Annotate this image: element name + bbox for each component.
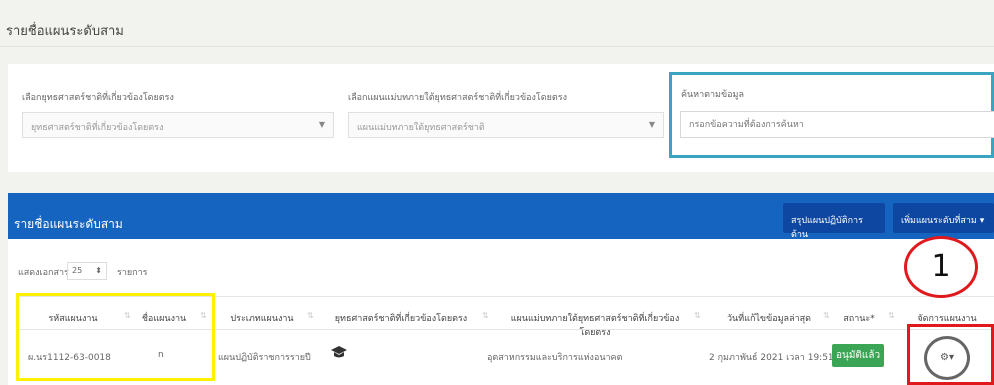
summary-button[interactable]: สรุปแผนปฏิบัติการด้าน	[783, 203, 885, 240]
master-plan-select[interactable]: แผนแม่บทภายใต้ยุทธศาสตร์ชาติ ▼	[348, 112, 664, 138]
search-label: ค้นหาตามข้อมูล	[681, 90, 744, 100]
highlight-yellow-box	[16, 293, 215, 381]
show-entries-label: แสดงเอกสาร	[18, 268, 69, 278]
sort-icon: ⇅	[307, 311, 314, 320]
strategy-select[interactable]: ยุทธศาสตร์ชาติที่เกี่ยวข้องโดยตรง ▼	[22, 112, 334, 138]
title-divider	[0, 46, 994, 47]
page-size-select[interactable]: 25 ⬍	[67, 262, 107, 280]
strategy-filter-label: เลือกยุทธศาสตร์ชาติที่เกี่ยวข้องโดยตรง	[22, 93, 174, 103]
sort-arrows-icon: ⬍	[95, 266, 102, 275]
master-plan-select-value: แผนแม่บทภายใต้ยุทธศาสตร์ชาติ	[357, 123, 485, 133]
search-section: ค้นหาตามข้อมูล	[669, 72, 994, 158]
sort-icon: ⇅	[694, 311, 701, 320]
caret-down-icon: ▾	[979, 216, 985, 226]
column-header-strategy[interactable]: ยุทธศาสตร์ชาติที่เกี่ยวข้องโดยตรง	[326, 311, 476, 325]
page-title: รายชื่อแผนระดับสาม	[6, 24, 124, 39]
search-input[interactable]	[680, 111, 994, 138]
chevron-down-icon: ▼	[648, 120, 655, 129]
column-header-type[interactable]: ประเภทแผนงาน	[222, 311, 302, 325]
sort-icon: ⇅	[482, 311, 489, 320]
plan-type: แผนปฏิบัติราชการรายปี	[218, 353, 311, 363]
sort-icon: ⇅	[888, 311, 895, 320]
add-plan-button[interactable]: เพิ่มแผนระดับที่สาม ▾	[893, 203, 994, 233]
status-badge: อนุมัติแล้ว	[832, 344, 885, 367]
add-plan-button-label: เพิ่มแผนระดับที่สาม	[901, 216, 977, 226]
plan-updated-date: 2 กุมภาพันธ์ 2021 เวลา 19:51	[709, 353, 834, 363]
column-header-status[interactable]: สถานะ*	[834, 311, 884, 325]
entries-label: รายการ	[117, 268, 148, 278]
page-size-value: 25	[72, 266, 83, 275]
manage-plan-button[interactable]: ⚙▾	[924, 336, 970, 380]
strategy-select-value: ยุทธศาสตร์ชาติที่เกี่ยวข้องโดยตรง	[31, 123, 164, 133]
step-number-callout: 1	[904, 236, 978, 298]
master-plan-filter-label: เลือกแผนแม่บทภายใต้ยุทธศาสตร์ชาติที่เกี่…	[348, 93, 567, 103]
table-title: รายชื่อแผนระดับสาม	[14, 217, 123, 231]
sort-icon: ⇅	[823, 311, 830, 320]
column-header-updated[interactable]: วันที่แก้ไขข้อมูลล่าสุด	[714, 311, 824, 325]
plan-master-plan: อุตสาหกรรมและบริการแห่งอนาคต	[487, 353, 623, 363]
chevron-down-icon: ▼	[318, 120, 325, 129]
column-header-master-plan[interactable]: แผนแม่บทภายใต้ยุทธศาสตร์ชาติที่เกี่ยวข้อ…	[500, 311, 690, 339]
gear-icon: ⚙▾	[940, 352, 954, 363]
column-header-manage[interactable]: จัดการแผนงาน	[912, 311, 982, 325]
graduation-cap-icon	[331, 346, 347, 358]
